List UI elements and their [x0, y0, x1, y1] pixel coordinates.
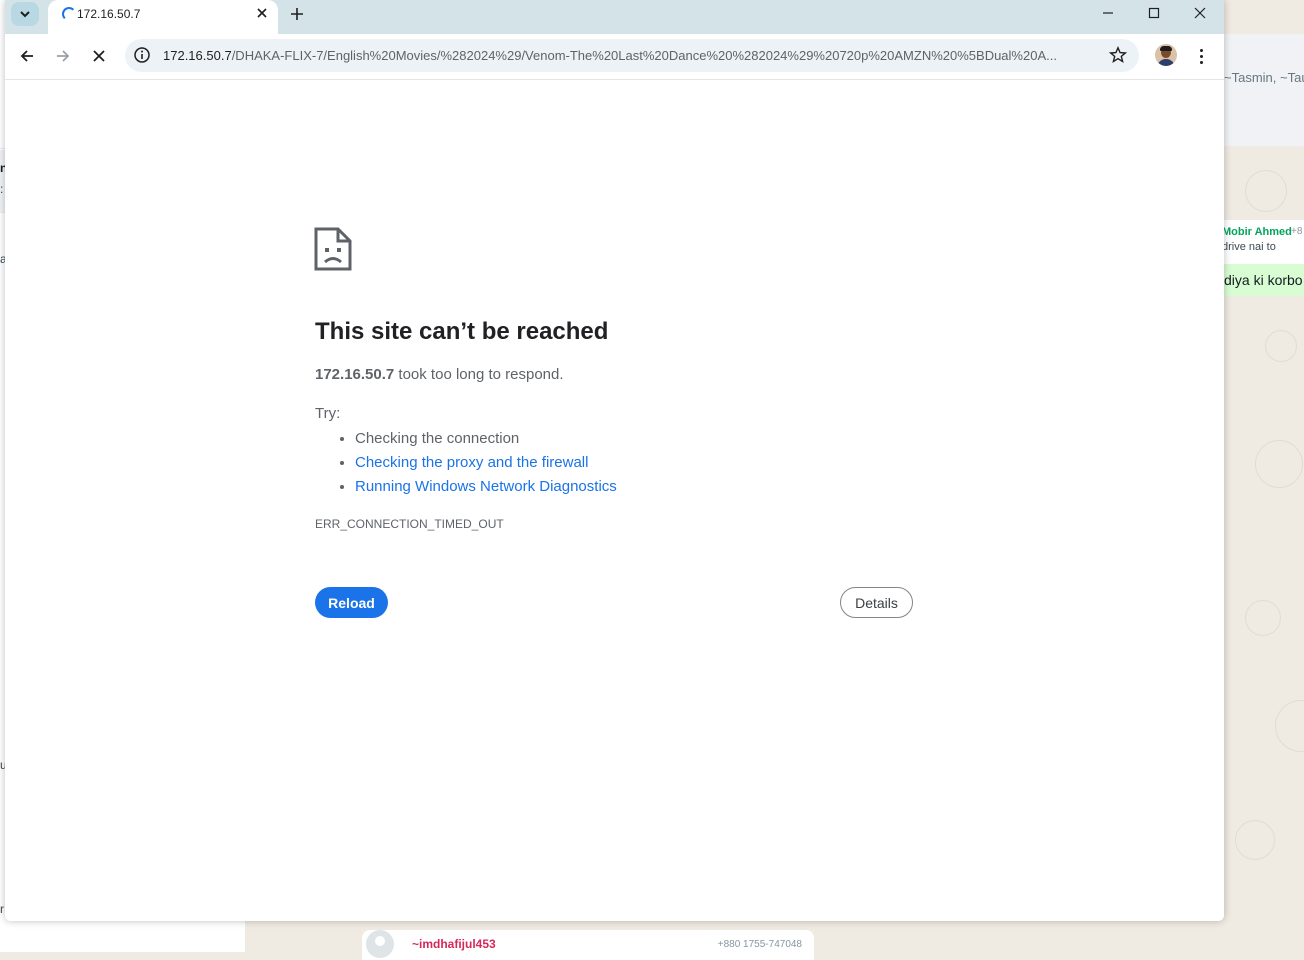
tab-close-button[interactable]	[253, 4, 271, 22]
maximize-button[interactable]	[1131, 0, 1177, 26]
received-message-bubble: Mobir Ahmed +8 drive nai to	[1212, 220, 1304, 264]
browser-toolbar: 172.16.50.7/DHAKA-FLIX-7/English%20Movie…	[5, 34, 1224, 80]
plus-icon	[291, 8, 303, 20]
info-icon[interactable]	[133, 46, 151, 64]
tab-strip: 172.16.50.7	[5, 0, 1224, 34]
error-description-text: took too long to respond.	[394, 366, 564, 383]
network-diagnostics-link[interactable]: Running Windows Network Diagnostics	[355, 478, 617, 495]
close-icon	[257, 8, 267, 18]
bottom-message-phone: +880 1755-747048	[717, 939, 802, 950]
error-code: ERR_CONNECTION_TIMED_OUT	[315, 517, 504, 531]
reload-button[interactable]: Reload	[315, 587, 388, 618]
suggestion-item: Checking the proxy and the firewall	[355, 451, 617, 475]
chevron-down-icon	[20, 11, 30, 18]
browser-window: 172.16.50.7 172.16.50.7/DHAKA-FLIX-7/Eng…	[5, 0, 1224, 921]
try-label: Try:	[315, 405, 341, 422]
error-title: This site can’t be reached	[315, 318, 609, 345]
profile-avatar[interactable]	[1155, 44, 1177, 66]
error-description: 172.16.50.7 took too long to respond.	[315, 366, 564, 383]
avatar	[366, 930, 394, 958]
tab-title: 172.16.50.7	[77, 7, 141, 21]
message-sender-phone: +8	[1291, 226, 1303, 237]
kebab-menu-icon[interactable]	[1191, 46, 1211, 66]
close-icon	[1194, 7, 1206, 19]
tab-search-button[interactable]	[11, 2, 39, 26]
sidebar-text-fragment: r	[0, 902, 4, 916]
suggestion-list: Checking the connection Checking the pro…	[315, 427, 617, 499]
sent-message-bubble: diya ki korbo	[1212, 264, 1304, 296]
url-path: /DHAKA-FLIX-7/English%20Movies/%282024%2…	[231, 48, 1057, 63]
arrow-right-icon	[57, 50, 70, 62]
minimize-icon	[1103, 12, 1113, 14]
maximize-icon	[1148, 7, 1160, 19]
message-text: drive nai to	[1222, 241, 1276, 253]
suggestion-item: Running Windows Network Diagnostics	[355, 475, 617, 499]
bottom-message-bubble: ~imdhafijul453 +880 1755-747048	[362, 930, 814, 960]
sidebar-text-fragment: :	[0, 182, 4, 196]
group-members-text: ~Tasmin, ~Tau	[1224, 70, 1304, 85]
sad-page-icon	[314, 227, 352, 271]
spinner-icon	[62, 7, 76, 21]
stop-button[interactable]	[85, 42, 113, 70]
background-chat-header: ~Tasmin, ~Tau	[1224, 34, 1304, 146]
tab-active[interactable]: 172.16.50.7	[48, 0, 278, 34]
window-close-button[interactable]	[1177, 0, 1223, 26]
error-host: 172.16.50.7	[315, 366, 395, 383]
new-tab-button[interactable]	[286, 3, 308, 25]
star-icon[interactable]	[1109, 46, 1127, 64]
minimize-button[interactable]	[1085, 0, 1131, 26]
back-button[interactable]	[13, 42, 41, 70]
stop-icon	[93, 50, 105, 62]
sent-message-text: diya ki korbo	[1224, 272, 1303, 288]
forward-button[interactable]	[49, 42, 77, 70]
address-bar[interactable]: 172.16.50.7/DHAKA-FLIX-7/English%20Movie…	[125, 39, 1139, 72]
suggestion-item: Checking the connection	[355, 427, 617, 451]
arrow-left-icon	[20, 50, 33, 62]
bottom-message-sender: ~imdhafijul453	[412, 937, 496, 951]
error-page: This site can’t be reached 172.16.50.7 t…	[5, 80, 1224, 921]
details-button[interactable]: Details	[840, 587, 913, 618]
url-text[interactable]: 172.16.50.7/DHAKA-FLIX-7/English%20Movie…	[163, 48, 1093, 63]
message-sender: Mobir Ahmed	[1222, 226, 1292, 238]
url-host: 172.16.50.7	[163, 48, 232, 63]
proxy-firewall-link[interactable]: Checking the proxy and the firewall	[355, 454, 588, 471]
